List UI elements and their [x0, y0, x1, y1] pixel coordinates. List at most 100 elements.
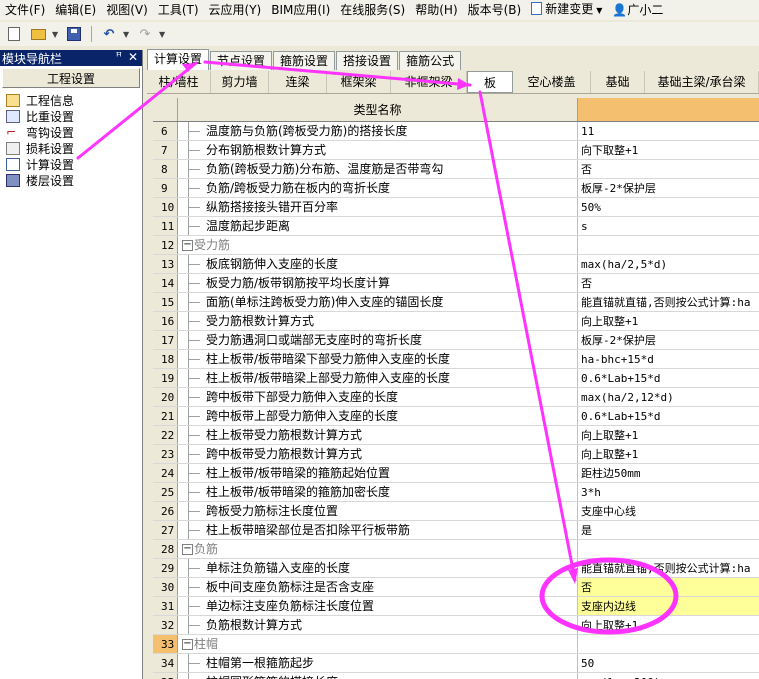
table-row[interactable]: 15 面筋(单标注跨板受力筋)伸入支座的锚固长度 能直锚就直锚,否则按公式计算:ha — [153, 293, 759, 312]
menu-view[interactable]: 视图(V) — [101, 0, 153, 20]
assistant-button[interactable]: 👤广小二 — [607, 0, 668, 20]
menu-help[interactable]: 帮助(H) — [410, 0, 462, 20]
value-cell[interactable] — [578, 236, 759, 254]
table-row[interactable]: 20 跨中板带下部受力筋伸入支座的长度 max(ha/2,12*d) — [153, 388, 759, 407]
value-cell[interactable]: max(ha/2,5*d) — [578, 255, 759, 273]
table-group-row[interactable]: 12− 受力筋 — [153, 236, 759, 255]
pin-icon[interactable]: ꟸ — [116, 50, 122, 63]
table-row[interactable]: 34 柱帽第一根箍筋起步 50 — [153, 654, 759, 673]
tab-lap-settings[interactable]: 搭接设置 — [336, 51, 399, 70]
undo-button[interactable]: ↶ — [99, 25, 119, 43]
nav-loss-settings[interactable]: 损耗设置 — [6, 140, 142, 156]
table-row[interactable]: 19 柱上板带/板带暗梁上部受力筋伸入支座的长度 0.6*Lab+15*d — [153, 369, 759, 388]
table-row[interactable]: 6 温度筋与负筋(跨板受力筋)的搭接长度 11 — [153, 122, 759, 141]
value-cell[interactable]: 板厚-2*保护层 — [578, 179, 759, 197]
collapse-icon[interactable]: − — [182, 544, 193, 555]
menu-cloud[interactable]: 云应用(Y) — [204, 0, 267, 20]
value-cell[interactable]: 0.6*Lab+15*d — [578, 407, 759, 425]
collapse-icon[interactable]: − — [182, 639, 193, 650]
nav-hook-settings[interactable]: ⌐ 弯钩设置 — [6, 124, 142, 140]
value-cell[interactable]: 距柱边50mm — [578, 464, 759, 482]
subtab-foundation-beam[interactable]: 基础主梁/承台梁 — [645, 70, 759, 93]
table-row[interactable]: 22 柱上板带受力筋根数计算方式 向上取整+1 — [153, 426, 759, 445]
nav-weight-settings[interactable]: 比重设置 — [6, 108, 142, 124]
menu-tools[interactable]: 工具(T) — [153, 0, 204, 20]
table-row[interactable]: 13 板底钢筋伸入支座的长度 max(ha/2,5*d) — [153, 255, 759, 274]
tab-calc-settings[interactable]: 计算设置 — [147, 49, 210, 70]
subtab-coupling-beam[interactable]: 连梁 — [269, 70, 327, 93]
menu-edit[interactable]: 编辑(E) — [50, 0, 101, 20]
subtab-non-frame-beam[interactable]: 非框架梁 — [391, 70, 467, 93]
subtab-hollow-slab[interactable]: 空心楼盖 — [513, 70, 591, 93]
value-cell[interactable]: 向上取整+1 — [578, 445, 759, 463]
table-row[interactable]: 18 柱上板带/板带暗梁下部受力筋伸入支座的长度 ha-bhc+15*d — [153, 350, 759, 369]
value-cell[interactable]: 11 — [578, 122, 759, 140]
menu-version[interactable]: 版本号(B) — [463, 0, 527, 20]
table-row[interactable]: 21 跨中板带上部受力筋伸入支座的长度 0.6*Lab+15*d — [153, 407, 759, 426]
menu-online[interactable]: 在线服务(S) — [335, 0, 410, 20]
value-cell[interactable]: 向上取整+1 — [578, 312, 759, 330]
value-cell[interactable]: 50% — [578, 198, 759, 216]
value-cell[interactable]: max(ha/2,12*d) — [578, 388, 759, 406]
value-cell[interactable]: 板厚-2*保护层 — [578, 331, 759, 349]
subtab-frame-beam[interactable]: 框架梁 — [327, 70, 391, 93]
redo-button[interactable]: ↷ — [135, 25, 155, 43]
nav-floor-settings[interactable]: 楼层设置 — [6, 172, 142, 188]
table-row[interactable]: 25 柱上板带/板带暗梁的箍筋加密长度 3*h — [153, 483, 759, 502]
subtab-shear-wall[interactable]: 剪力墙 — [211, 70, 269, 93]
value-cell[interactable]: 向下取整+1 — [578, 141, 759, 159]
new-file-button[interactable] — [4, 25, 24, 43]
subtab-foundation[interactable]: 基础 — [591, 70, 645, 93]
table-row[interactable]: 17 受力筋遇洞口或端部无支座时的弯折长度 板厚-2*保护层 — [153, 331, 759, 350]
value-cell[interactable]: 支座中心线 — [578, 502, 759, 520]
value-cell[interactable]: s — [578, 217, 759, 235]
save-button[interactable] — [64, 25, 84, 43]
value-cell[interactable]: 能直锚就直锚,否则按公式计算:ha — [578, 293, 759, 311]
table-row[interactable]: 29 单标注负筋锚入支座的长度 能直锚就直锚,否则按公式计算:ha — [153, 559, 759, 578]
table-row[interactable]: 35 柱帽圆形箍筋的搭接长度 max(lae,300) — [153, 673, 759, 679]
undo-dropdown-icon[interactable]: ▼ — [123, 30, 131, 39]
value-cell[interactable]: max(lae,300) — [578, 673, 759, 679]
value-cell[interactable]: 是 — [578, 521, 759, 539]
open-dropdown-icon[interactable]: ▼ — [52, 30, 60, 39]
nav-calc-settings[interactable]: 计算设置 — [6, 156, 142, 172]
table-row[interactable]: 23 跨中板带受力筋根数计算方式 向上取整+1 — [153, 445, 759, 464]
value-cell[interactable]: 向上取整+1 — [578, 426, 759, 444]
subtab-slab[interactable]: 板 — [467, 70, 513, 93]
tab-stirrup-formula[interactable]: 箍筋公式 — [399, 51, 462, 70]
table-row[interactable]: 7 分布钢筋根数计算方式 向下取整+1 — [153, 141, 759, 160]
close-icon[interactable]: ✕ — [128, 50, 138, 64]
value-cell[interactable]: 向上取整+1 — [578, 616, 759, 634]
value-cell[interactable]: 支座内边线 — [578, 597, 759, 615]
table-row[interactable]: 24 柱上板带/板带暗梁的箍筋起始位置 距柱边50mm — [153, 464, 759, 483]
value-cell[interactable]: ha-bhc+15*d — [578, 350, 759, 368]
table-group-row[interactable]: 33− 柱帽 — [153, 635, 759, 654]
menu-bim[interactable]: BIM应用(I) — [266, 0, 335, 20]
value-cell[interactable]: 否 — [578, 274, 759, 292]
value-cell[interactable]: 50 — [578, 654, 759, 672]
tab-node-settings[interactable]: 节点设置 — [210, 51, 273, 70]
table-row[interactable]: 9 负筋/跨板受力筋在板内的弯折长度 板厚-2*保护层 — [153, 179, 759, 198]
table-row[interactable]: 31 单边标注支座负筋标注长度位置 支座内边线 — [153, 597, 759, 616]
table-row[interactable]: 8 负筋(跨板受力筋)分布筋、温度筋是否带弯勾 否 — [153, 160, 759, 179]
table-row[interactable]: 16 受力筋根数计算方式 向上取整+1 — [153, 312, 759, 331]
tab-stirrup-settings[interactable]: 箍筋设置 — [273, 51, 336, 70]
project-settings-button[interactable]: 工程设置 — [2, 68, 140, 88]
new-change-button[interactable]: 新建变更 ▼ — [526, 0, 607, 20]
value-cell[interactable]: 否 — [578, 160, 759, 178]
table-row[interactable]: 27 柱上板带暗梁部位是否扣除平行板带筋 是 — [153, 521, 759, 540]
value-cell[interactable]: 3*h — [578, 483, 759, 501]
value-cell[interactable]: 能直锚就直锚,否则按公式计算:ha — [578, 559, 759, 577]
nav-project-info[interactable]: 工程信息 — [6, 92, 142, 108]
value-cell[interactable] — [578, 540, 759, 558]
table-row[interactable]: 11 温度筋起步距离 s — [153, 217, 759, 236]
value-cell[interactable]: 否 — [578, 578, 759, 596]
table-row[interactable]: 10 纵筋搭接接头错开百分率 50% — [153, 198, 759, 217]
table-group-row[interactable]: 28− 负筋 — [153, 540, 759, 559]
table-row[interactable]: 32 负筋根数计算方式 向上取整+1 — [153, 616, 759, 635]
value-cell[interactable]: 0.6*Lab+15*d — [578, 369, 759, 387]
value-cell[interactable] — [578, 635, 759, 653]
menu-file[interactable]: 文件(F) — [0, 0, 50, 20]
open-file-button[interactable] — [28, 25, 48, 43]
redo-dropdown-icon[interactable]: ▼ — [159, 30, 167, 39]
